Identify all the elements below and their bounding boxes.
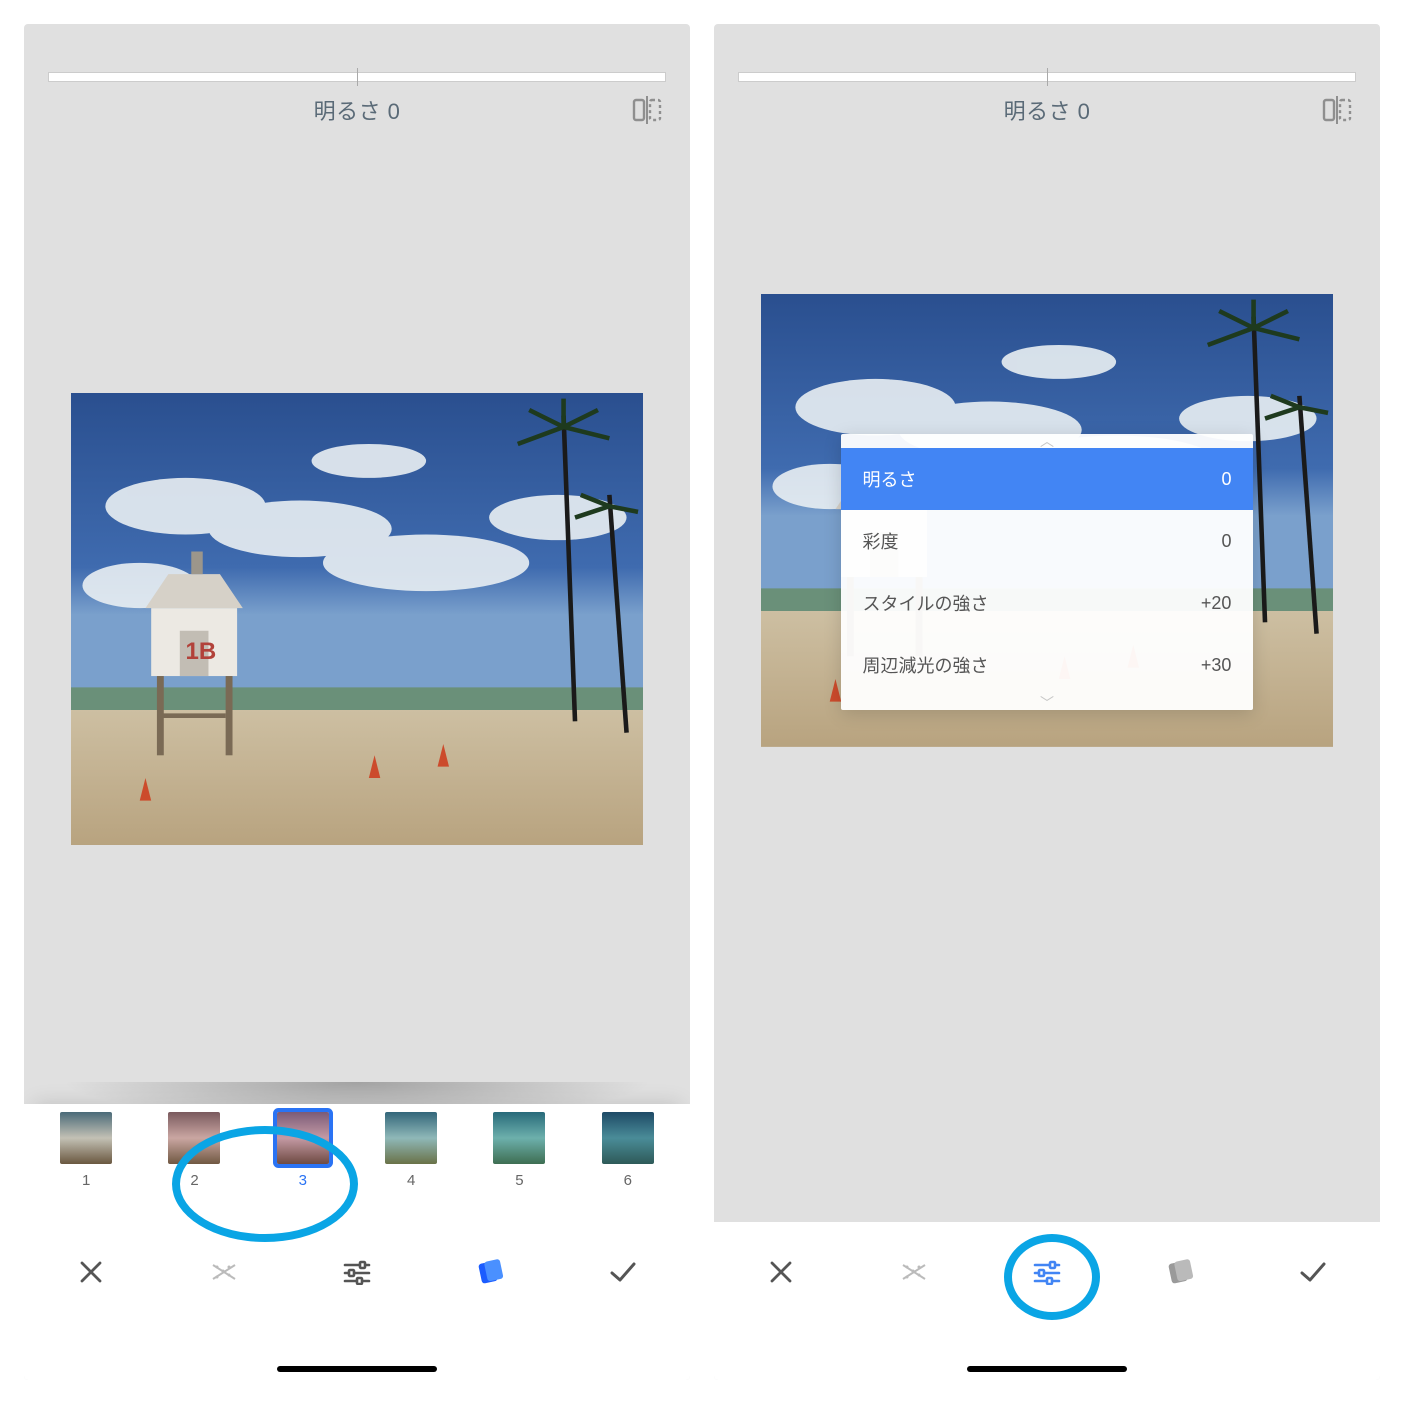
palette-button[interactable] bbox=[462, 1250, 518, 1294]
adjust-value: 0 bbox=[1221, 531, 1231, 552]
tune-button[interactable] bbox=[1019, 1250, 1075, 1294]
shuffle-icon bbox=[209, 1257, 239, 1287]
adjust-row-saturation[interactable]: 彩度 0 bbox=[841, 510, 1254, 572]
preset-2[interactable]: 2 bbox=[140, 1112, 248, 1189]
brightness-slider[interactable] bbox=[48, 72, 666, 86]
random-button[interactable] bbox=[886, 1250, 942, 1294]
brightness-slider[interactable] bbox=[738, 72, 1356, 86]
random-button[interactable] bbox=[196, 1250, 252, 1294]
adjust-row-brightness[interactable]: 明るさ 0 bbox=[841, 448, 1254, 510]
preset-strip: 1 2 3 4 5 6 bbox=[24, 1104, 690, 1222]
photo-canvas[interactable]: 1B bbox=[24, 134, 690, 1104]
shuffle-icon bbox=[899, 1257, 929, 1287]
chevron-down-icon: ﹀ bbox=[841, 696, 1254, 710]
slider-thumb[interactable] bbox=[1047, 68, 1048, 86]
tune-icon bbox=[1032, 1259, 1062, 1285]
editor-screen-tune: 明るさ 0 bbox=[714, 24, 1380, 1380]
preset-1[interactable]: 1 bbox=[32, 1112, 140, 1189]
check-icon bbox=[1298, 1260, 1328, 1284]
slider-thumb[interactable] bbox=[357, 68, 358, 86]
check-icon bbox=[608, 1260, 638, 1284]
top-controls: 明るさ 0 bbox=[24, 24, 690, 134]
preset-3[interactable]: 3 bbox=[249, 1112, 357, 1189]
compare-button[interactable] bbox=[632, 96, 662, 124]
svg-text:1B: 1B bbox=[185, 638, 216, 665]
compare-icon bbox=[632, 96, 662, 124]
palette-icon bbox=[474, 1258, 506, 1286]
preset-5[interactable]: 5 bbox=[465, 1112, 573, 1189]
adjust-label: 明るさ bbox=[863, 466, 917, 492]
chevron-up-icon: ︿ bbox=[841, 434, 1254, 448]
slider-header: 明るさ 0 bbox=[48, 86, 666, 134]
editor-screen-presets: 明るさ 0 bbox=[24, 24, 690, 1380]
photo-canvas[interactable]: ︿ 明るさ 0 彩度 0 スタイルの強さ +20 周辺減光の強さ +30 ﹀ bbox=[714, 134, 1380, 1222]
close-icon bbox=[77, 1258, 105, 1286]
preset-4[interactable]: 4 bbox=[357, 1112, 465, 1189]
slider-header: 明るさ 0 bbox=[738, 86, 1356, 134]
slider-label: 明るさ 0 bbox=[1004, 94, 1091, 126]
slider-label: 明るさ 0 bbox=[314, 94, 401, 126]
adjust-value: +30 bbox=[1201, 655, 1232, 676]
compare-button[interactable] bbox=[1322, 96, 1352, 124]
adjust-panel[interactable]: ︿ 明るさ 0 彩度 0 スタイルの強さ +20 周辺減光の強さ +30 ﹀ bbox=[841, 434, 1254, 710]
apply-button[interactable] bbox=[595, 1250, 651, 1294]
cancel-button[interactable] bbox=[753, 1250, 809, 1294]
tune-button[interactable] bbox=[329, 1250, 385, 1294]
tune-icon bbox=[342, 1259, 372, 1285]
preset-6[interactable]: 6 bbox=[574, 1112, 682, 1189]
close-icon bbox=[767, 1258, 795, 1286]
photo-preview: 1B bbox=[71, 393, 644, 846]
home-indicator[interactable] bbox=[277, 1366, 437, 1372]
adjust-value: +20 bbox=[1201, 593, 1232, 614]
adjust-label: 彩度 bbox=[863, 528, 899, 554]
top-controls: 明るさ 0 bbox=[714, 24, 1380, 134]
bottom-toolbar bbox=[24, 1222, 690, 1322]
bottom-toolbar bbox=[714, 1222, 1380, 1322]
adjust-label: 周辺減光の強さ bbox=[863, 652, 989, 678]
palette-icon bbox=[1164, 1258, 1196, 1286]
home-indicator[interactable] bbox=[967, 1366, 1127, 1372]
compare-icon bbox=[1322, 96, 1352, 124]
adjust-row-vignette-strength[interactable]: 周辺減光の強さ +30 bbox=[841, 634, 1254, 696]
adjust-row-style-strength[interactable]: スタイルの強さ +20 bbox=[841, 572, 1254, 634]
adjust-value: 0 bbox=[1221, 469, 1231, 490]
cancel-button[interactable] bbox=[63, 1250, 119, 1294]
adjust-label: スタイルの強さ bbox=[863, 590, 989, 616]
apply-button[interactable] bbox=[1285, 1250, 1341, 1294]
palette-button[interactable] bbox=[1152, 1250, 1208, 1294]
